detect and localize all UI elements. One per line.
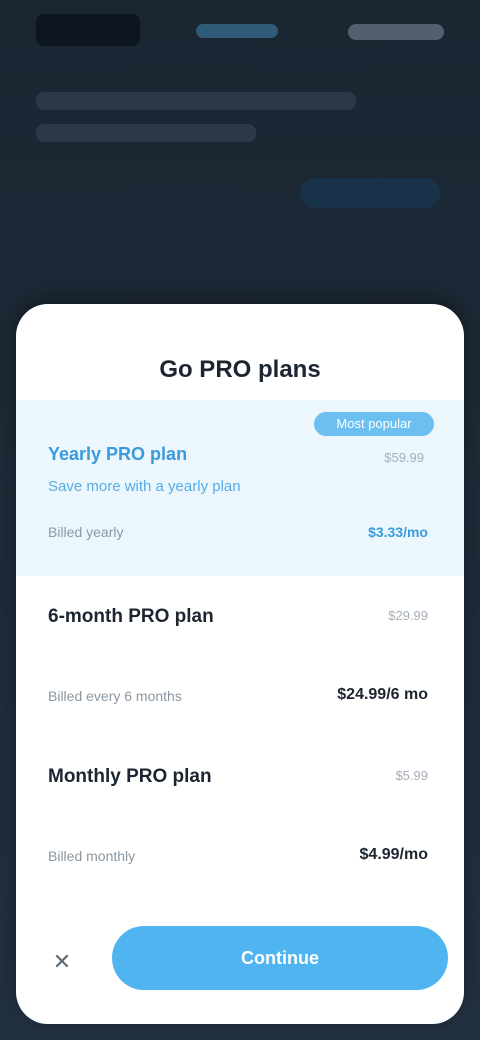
plan-title: 6-month PRO plan — [48, 606, 214, 627]
featured-plan-note: Save more with a yearly plan — [48, 478, 241, 495]
close-button[interactable]: ✕ — [40, 940, 84, 984]
featured-plan-previous-price: $59.99 — [384, 450, 424, 465]
featured-plan-billing: Billed yearly — [48, 524, 124, 540]
top-link — [196, 24, 278, 38]
plan-option[interactable]: Monthly PRO plan $5.99 Billed monthly $4… — [16, 762, 464, 912]
plan-option[interactable]: 6-month PRO plan $29.99 Billed every 6 m… — [16, 602, 464, 752]
plan-price: $4.99/mo — [359, 846, 428, 863]
top-right-action — [348, 24, 444, 40]
sheet-title: Go PRO plans — [159, 356, 321, 383]
plan-price: $24.99/6 mo — [337, 686, 428, 703]
background-text-line — [36, 124, 256, 142]
background-button — [300, 178, 440, 208]
popular-badge: Most popular — [314, 412, 434, 436]
app-logo — [36, 14, 140, 46]
plan-billing: Billed every 6 months — [48, 688, 182, 704]
plans-sheet: Go PRO plans Most popular Yearly PRO pla… — [16, 304, 464, 1024]
continue-button[interactable]: Continue — [112, 926, 448, 990]
featured-plan-price: $3.33/mo — [368, 524, 428, 540]
plan-old-price: $29.99 — [388, 608, 428, 623]
background-text-line — [36, 92, 356, 110]
plan-option-featured[interactable]: Most popular Yearly PRO plan $59.99 Save… — [16, 400, 464, 576]
top-bar — [0, 0, 480, 64]
close-icon: ✕ — [52, 949, 72, 974]
plan-billing: Billed monthly — [48, 848, 136, 864]
plan-old-price: $5.99 — [395, 768, 428, 783]
plan-title: Monthly PRO plan — [48, 766, 212, 787]
featured-plan-title: Yearly PRO plan — [48, 444, 188, 464]
